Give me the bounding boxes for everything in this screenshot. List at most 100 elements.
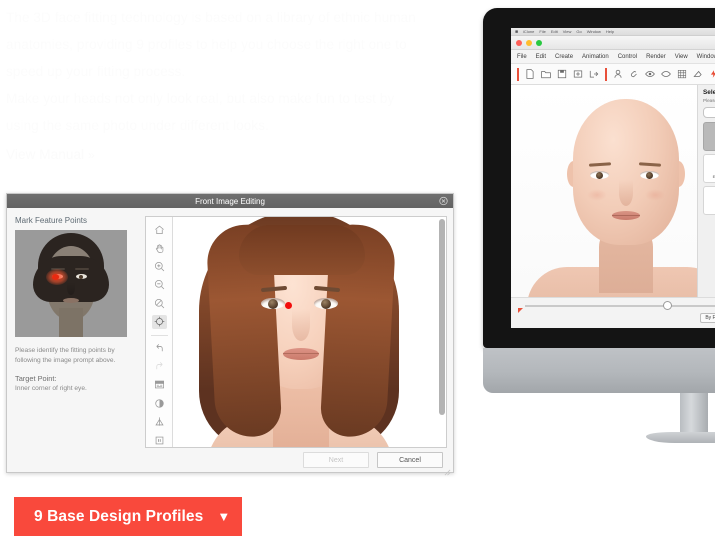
system-menu-item[interactable]: Help [606,29,614,34]
toolbar-divider [605,67,607,81]
photo-eye-left [261,298,285,309]
model-cheek-right [645,189,665,201]
ref-nose [67,282,75,295]
save-icon[interactable] [557,69,567,79]
home-icon[interactable] [152,223,167,236]
fit-to-screen-icon[interactable] [151,315,167,329]
model-eye-left [590,171,609,179]
image-canvas[interactable] [173,217,446,447]
photo-nose [292,309,310,341]
mirror-symmetry-icon[interactable] [152,415,167,428]
cancel-button[interactable]: Cancel [377,452,443,468]
model-head [573,99,679,245]
apple-logo-icon: ■ [515,28,519,35]
levels-icon[interactable] [152,378,167,391]
intro-paragraph-2: Make your heads not only look real, but … [6,91,395,133]
photo-eye-right [314,298,338,309]
dialog-body: Mark Feature Points Please identify the … [7,208,453,449]
export-icon[interactable] [589,69,599,79]
monitor-chin [483,348,715,393]
3d-viewport[interactable] [511,85,697,297]
feature-point-marker[interactable] [285,302,292,309]
application-screen: ■ iClone File Edit View Go Window Help F… [511,28,715,328]
menu-file[interactable]: File [517,54,527,60]
grid-icon[interactable] [677,69,687,79]
minimize-window-button[interactable] [526,39,532,46]
timeline-playhead[interactable] [663,301,672,310]
zoom-reset-icon[interactable] [152,297,167,310]
mark-feature-points-heading: Mark Feature Points [15,216,88,225]
close-window-button[interactable] [516,39,522,46]
vertical-scrollbar[interactable] [439,219,445,415]
macos-system-menubar: ■ iClone File Edit View Go Window Help [511,28,715,36]
app-body: Select 3D Face Profile Please choose the… [511,85,715,297]
instructions-text: Please identify the fitting points by fo… [15,347,116,364]
close-circle-icon[interactable] [439,196,448,206]
menu-window[interactable]: Window [697,54,715,60]
redo-icon [152,360,167,373]
system-menu-item[interactable]: File [539,29,545,34]
photo-lip-line [283,353,319,354]
dialog-titlebar: Front Image Editing [7,194,453,208]
next-button[interactable]: Next [303,452,369,468]
dialog-footer: Next Cancel [7,448,453,472]
target-point-value: Inner corner of right eye. [15,385,87,392]
image-editor-area [145,216,447,448]
system-menu-item[interactable]: View [563,29,572,34]
eye-show-icon[interactable] [645,69,655,79]
window-titlebar [511,36,715,50]
zoom-out-icon[interactable] [152,278,167,291]
profile-card[interactable]: Asian [703,122,715,151]
render-icon[interactable] [709,69,715,79]
front-image-editing-dialog: Front Image Editing Mark Feature Points [6,193,454,476]
import-icon[interactable] [573,69,583,79]
target-point-dot [52,274,59,280]
system-menu-item[interactable]: Edit [551,29,558,34]
timeline-mode-select[interactable]: By Frame [700,313,715,323]
target-point-label: Target Point: [15,374,57,383]
intro-paragraph-1: The 3D face fitting technology is based … [6,10,416,79]
view-manual-link[interactable]: View Manual » [6,141,426,169]
resize-grip-icon[interactable] [444,463,451,476]
menu-edit[interactable]: Edit [536,54,546,60]
ref-hair-sides [33,256,109,302]
profile-grid: Asian Caucasian European African [703,122,715,215]
contrast-icon[interactable] [152,397,167,410]
timeline-controls: By Frame [700,313,715,323]
profile-card[interactable]: European [703,154,715,183]
profile-card[interactable]: Latin [703,186,715,215]
ref-eye-right [76,274,87,279]
chevron-down-icon: ▼ [217,509,231,524]
model-cheek-left [587,189,607,201]
attach-icon[interactable] [629,69,639,79]
undo-icon[interactable] [152,341,167,354]
menu-control[interactable]: Control [618,54,637,60]
mark-feature-points-panel: Mark Feature Points Please identify the … [15,216,137,449]
ref-lips [63,298,79,303]
cta-label: 9 Base Design Profiles [34,507,204,525]
rotate-image-icon[interactable] [152,434,167,447]
hand-pan-icon[interactable] [152,241,167,254]
system-menu-item[interactable]: Window [587,29,601,34]
new-document-icon[interactable] [525,69,535,79]
monitor-stand-foot [646,432,715,443]
preview-icon[interactable] [693,69,703,79]
character-icon[interactable] [613,69,623,79]
model-lip-line [612,215,640,216]
open-folder-icon[interactable] [541,69,551,79]
eye-hide-icon[interactable] [661,69,671,79]
menu-create[interactable]: Create [555,54,573,60]
panel-subtitle: Please choose the head shape [703,98,715,103]
menu-view[interactable]: View [675,54,688,60]
zoom-in-icon[interactable] [152,260,167,273]
maximize-window-button[interactable] [536,39,542,46]
timeline-track[interactable] [525,305,715,307]
model-eye-right [640,171,659,179]
menu-render[interactable]: Render [646,54,666,60]
system-menu-item[interactable]: iClone [523,29,534,34]
toolbar-divider [150,334,168,336]
menu-animation[interactable]: Animation [582,54,609,60]
gender-select[interactable]: Male [703,107,715,118]
base-design-profiles-banner[interactable]: 9 Base Design Profiles ▼ [14,497,242,536]
system-menu-item[interactable]: Go [576,29,581,34]
